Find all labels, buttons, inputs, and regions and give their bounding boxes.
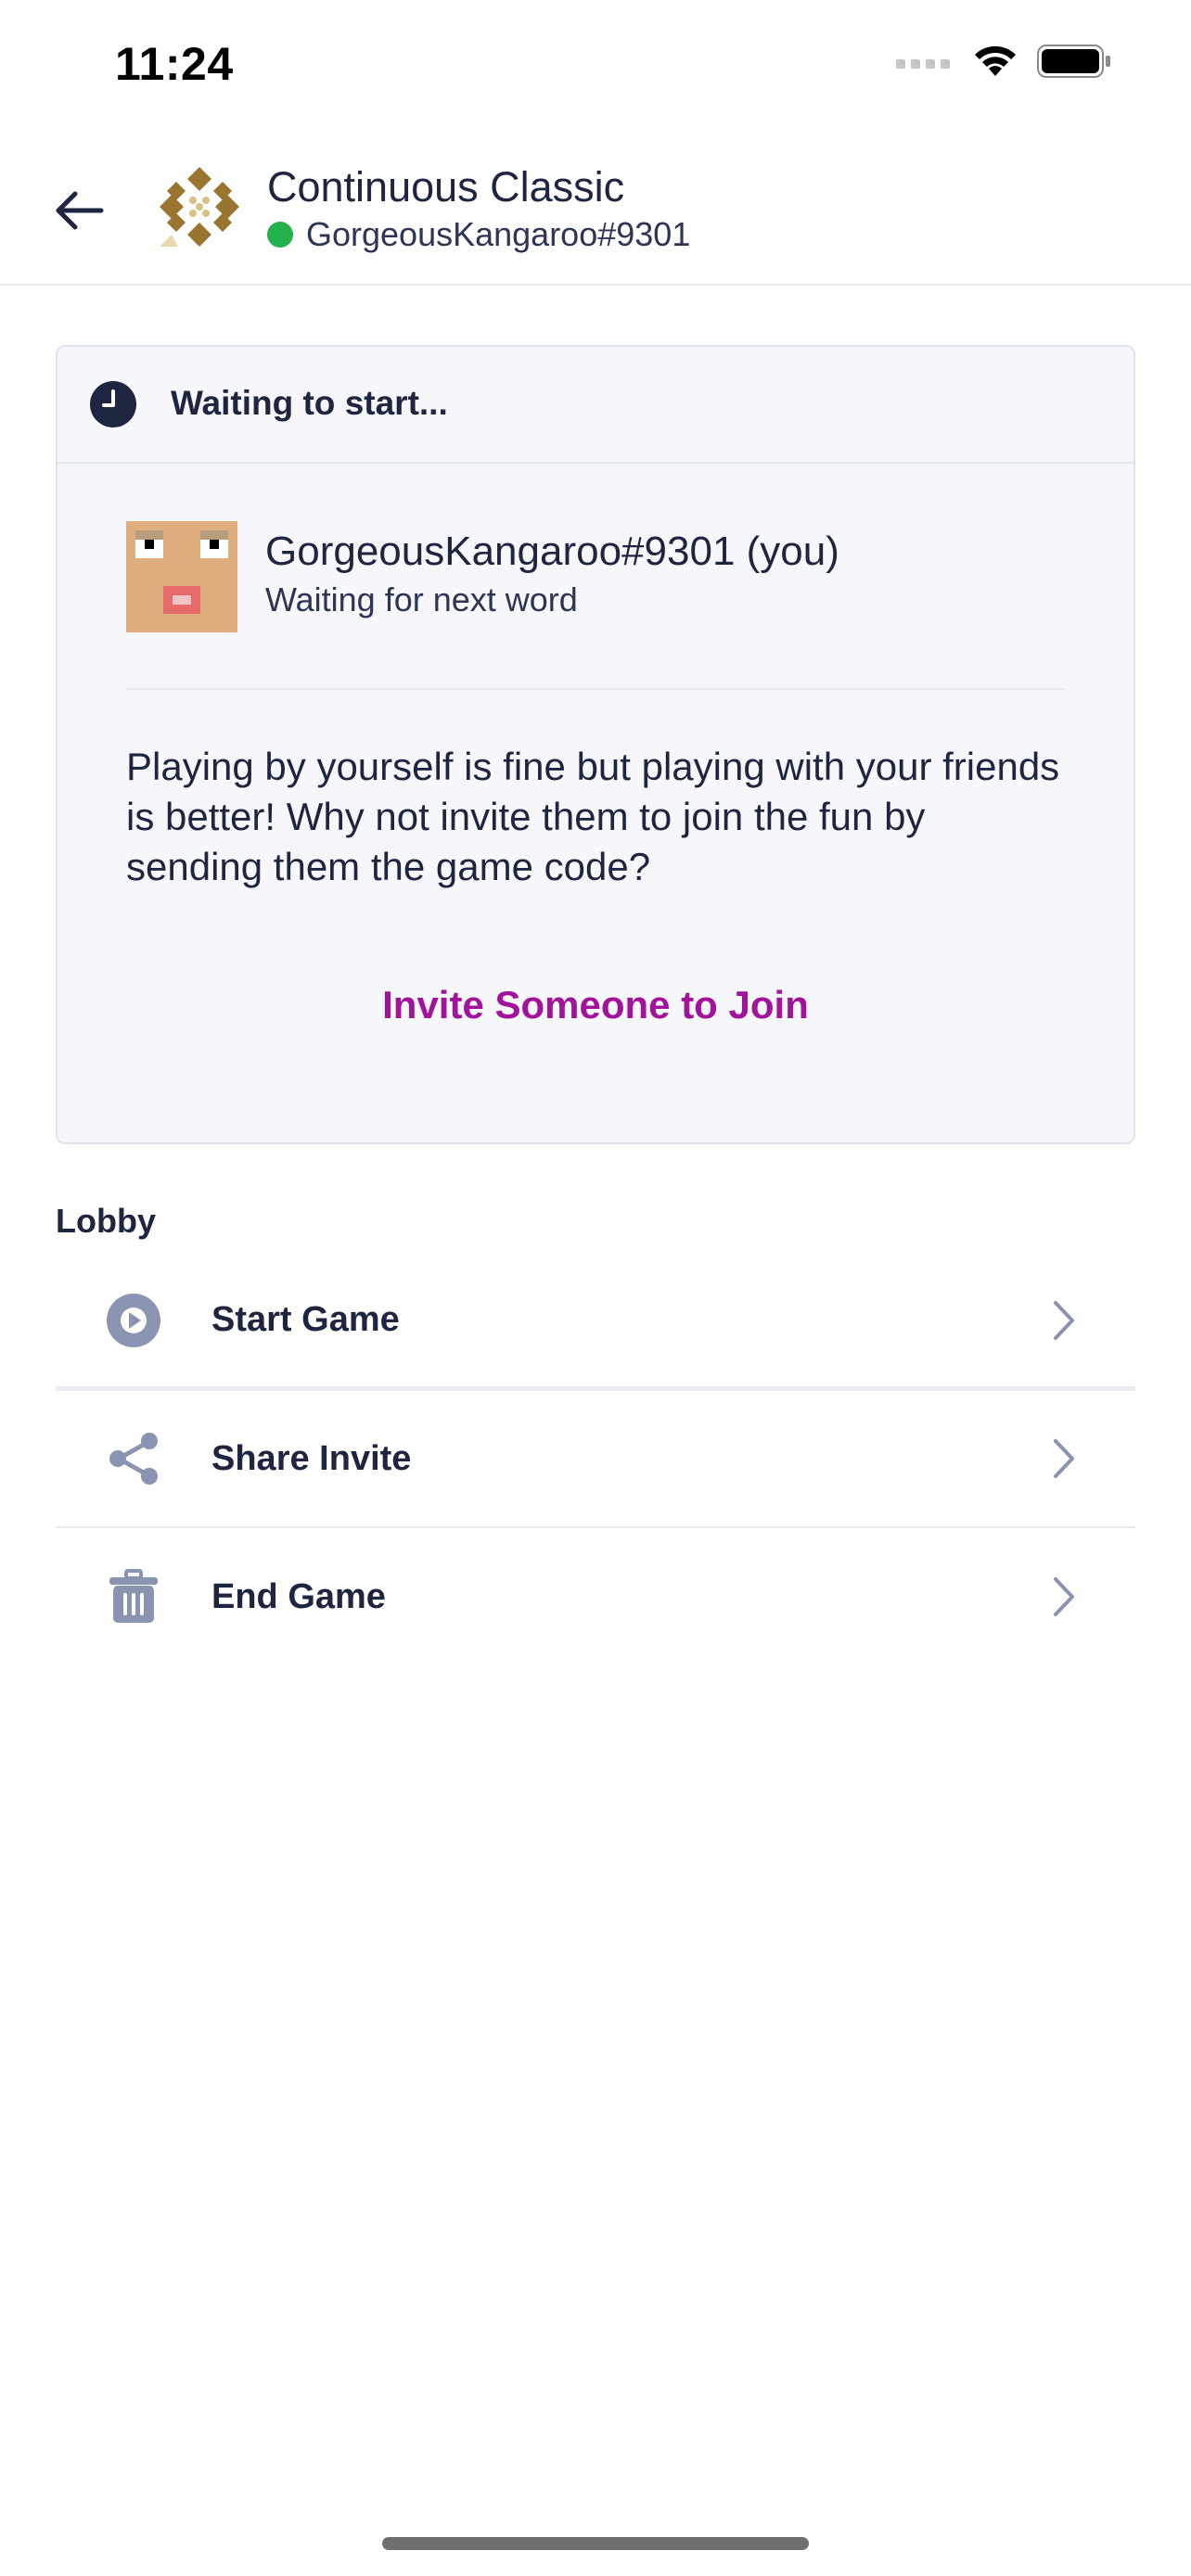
card-divider — [126, 688, 1065, 690]
game-player-line: GorgeousKangaroo#9301 — [267, 215, 690, 254]
share-icon — [104, 1429, 163, 1488]
start-game-label: Start Game — [211, 1300, 400, 1339]
waiting-card: Waiting to start... GorgeousKangaroo#930… — [56, 345, 1135, 1144]
lobby-list: Start Game Share Invite End Game — [56, 1254, 1135, 1665]
game-title: Continuous Classic — [267, 163, 625, 210]
waiting-card-header: Waiting to start... — [58, 347, 1133, 464]
chevron-right-icon — [1054, 1439, 1074, 1478]
back-button[interactable] — [46, 178, 111, 243]
start-game-button[interactable]: Start Game — [56, 1254, 1135, 1391]
wifi-icon — [970, 43, 1020, 84]
lobby-heading: Lobby — [56, 1202, 156, 1240]
share-invite-button[interactable]: Share Invite — [56, 1391, 1135, 1528]
player-row: GorgeousKangaroo#9301 (you) Waiting for … — [126, 521, 1063, 688]
avatar — [126, 521, 237, 632]
end-game-button[interactable]: End Game — [56, 1528, 1135, 1665]
arrow-left-icon — [56, 191, 104, 230]
online-status-dot — [267, 222, 293, 248]
status-time: 11:24 — [115, 38, 234, 90]
game-player-name: GorgeousKangaroo#9301 — [306, 215, 691, 253]
player-status: Waiting for next word — [265, 580, 578, 618]
invite-message: Playing by yourself is fine but playing … — [126, 745, 1060, 888]
clock-icon — [90, 381, 136, 427]
status-icons — [896, 43, 1113, 84]
end-game-label: End Game — [211, 1576, 386, 1616]
share-invite-label: Share Invite — [211, 1438, 412, 1478]
play-circle-icon — [104, 1291, 163, 1350]
battery-icon — [1037, 43, 1113, 84]
cellular-signal-icon — [896, 52, 954, 75]
waiting-heading: Waiting to start... — [171, 384, 448, 422]
chevron-right-icon — [1054, 1300, 1074, 1340]
game-logo-icon — [158, 165, 241, 249]
invite-someone-button[interactable]: Invite Someone to Join — [58, 983, 1133, 1027]
home-indicator[interactable] — [382, 2537, 809, 2550]
game-header: Continuous Classic GorgeousKangaroo#9301 — [0, 139, 1191, 286]
trash-icon — [104, 1567, 163, 1626]
status-bar: 11:24 — [0, 0, 1191, 130]
player-name: GorgeousKangaroo#9301 (you) — [265, 529, 839, 574]
chevron-right-icon — [1054, 1577, 1074, 1616]
